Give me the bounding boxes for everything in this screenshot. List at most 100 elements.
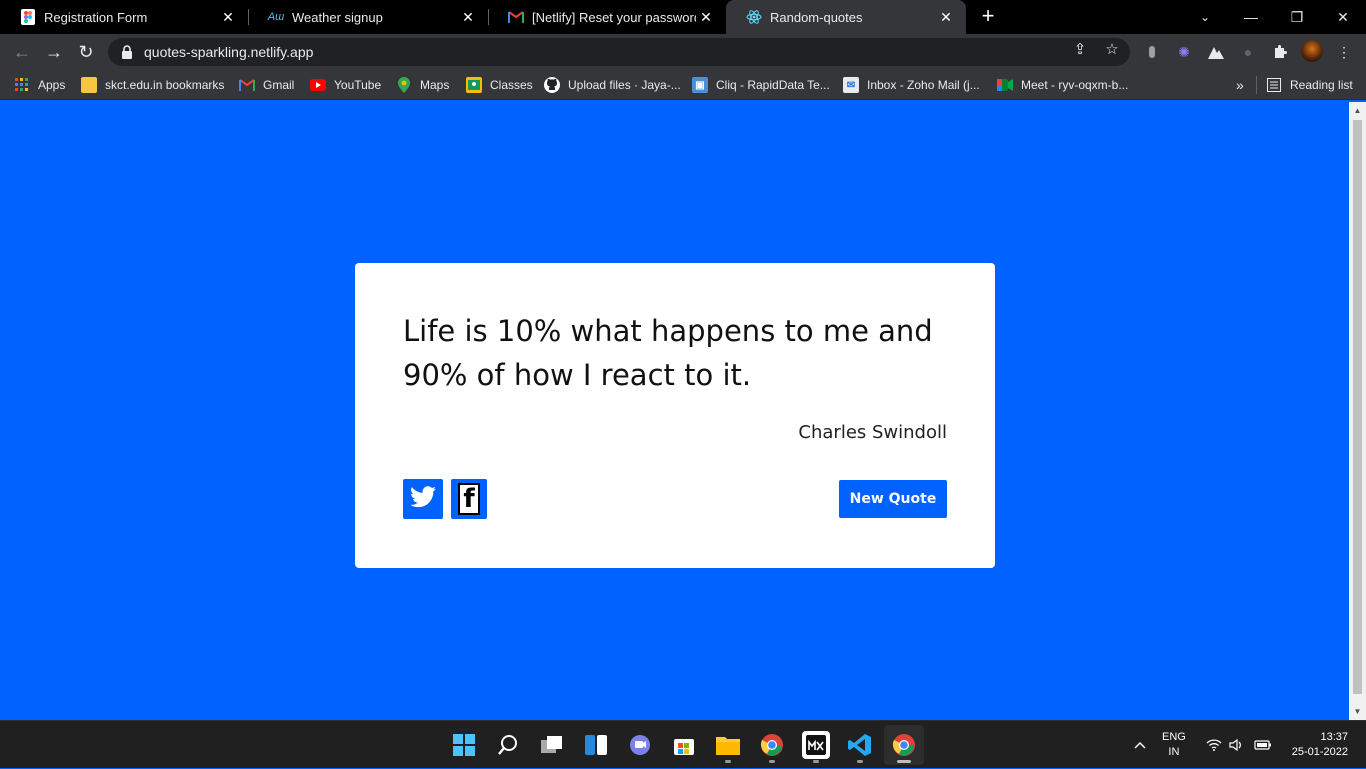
teams-chat-icon[interactable] bbox=[626, 731, 654, 759]
facebook-share-button[interactable]: f bbox=[451, 479, 487, 519]
menu-kebab-icon[interactable]: ⋮ bbox=[1335, 43, 1353, 61]
tweet-quote-button[interactable] bbox=[403, 479, 443, 519]
bookmark-label: Gmail bbox=[263, 78, 295, 92]
quote-card: Life is 10% what happens to me and 90% o… bbox=[355, 263, 995, 568]
mx-app-icon[interactable] bbox=[802, 731, 830, 759]
bookmark-apps[interactable]: Apps bbox=[14, 76, 65, 94]
bookmark-label: skct.edu.in bookmarks bbox=[105, 78, 225, 92]
bookmark-zoho-mail[interactable]: ✉ Inbox - Zoho Mail (j... bbox=[843, 76, 980, 94]
chrome-profile-icon[interactable] bbox=[884, 725, 924, 765]
bookmark-label: Classes bbox=[490, 78, 533, 92]
profile-avatar[interactable] bbox=[1301, 40, 1323, 62]
bookmark-skct[interactable]: skct.edu.in bookmarks bbox=[81, 76, 224, 94]
quote-author: Charles Swindoll bbox=[798, 422, 947, 443]
bookmark-meet[interactable]: Meet - ryv-oqxm-b... bbox=[997, 76, 1128, 94]
twitter-icon bbox=[410, 485, 436, 513]
minimize-icon[interactable]: — bbox=[1228, 0, 1274, 34]
extension-icon[interactable] bbox=[1143, 43, 1161, 61]
github-icon bbox=[544, 77, 560, 93]
bookmark-label: Inbox - Zoho Mail (j... bbox=[867, 78, 980, 92]
bookmark-classes[interactable]: Classes bbox=[466, 76, 533, 94]
scroll-up-icon[interactable]: ▲ bbox=[1353, 106, 1362, 115]
bookmark-label: Meet - ryv-oqxm-b... bbox=[1021, 78, 1129, 92]
window-close-icon[interactable]: ✕ bbox=[1320, 0, 1366, 34]
region-code: IN bbox=[1168, 746, 1180, 758]
running-indicator bbox=[857, 760, 863, 763]
show-hidden-icons-chevron[interactable] bbox=[1134, 721, 1146, 769]
running-indicator bbox=[769, 760, 775, 763]
back-icon[interactable]: ← bbox=[10, 40, 34, 64]
classroom-icon bbox=[466, 77, 482, 93]
search-icon[interactable] bbox=[494, 731, 522, 759]
close-tab-icon[interactable]: ✕ bbox=[218, 9, 238, 26]
adobe-xd-icon: Aɯ bbox=[267, 11, 285, 23]
bookmark-cliq[interactable]: ▣ Cliq - RapidData Te... bbox=[692, 76, 830, 94]
file-explorer-icon[interactable] bbox=[714, 731, 742, 759]
tab-random-quotes[interactable]: Random-quotes ✕ bbox=[726, 0, 966, 34]
bookmark-gmail[interactable]: Gmail bbox=[239, 76, 294, 94]
running-indicator bbox=[725, 760, 731, 763]
tab-title: Random-quotes bbox=[770, 9, 863, 25]
more-bookmarks-icon[interactable]: » bbox=[1236, 76, 1244, 94]
start-windows-icon[interactable] bbox=[450, 731, 478, 759]
widgets-icon[interactable] bbox=[582, 731, 610, 759]
maps-icon bbox=[396, 77, 412, 93]
browser-toolbar: ← → ↻ quotes-sparkling.netlify.app ⇪ ☆ ✺… bbox=[0, 34, 1366, 70]
lock-icon bbox=[120, 45, 134, 59]
figma-icon bbox=[20, 9, 36, 25]
extension-icon[interactable] bbox=[1207, 43, 1225, 61]
apps-grid-icon bbox=[14, 77, 30, 93]
input-language[interactable]: ENG IN bbox=[1162, 721, 1186, 769]
extensions-puzzle-icon[interactable] bbox=[1271, 43, 1289, 61]
new-quote-button[interactable]: New Quote bbox=[839, 480, 947, 518]
share-icon[interactable]: ⇪ bbox=[1071, 40, 1089, 58]
microsoft-store-icon[interactable] bbox=[670, 731, 698, 759]
tab-title: [Netlify] Reset your password - 1( bbox=[532, 9, 696, 25]
forward-icon[interactable]: → bbox=[42, 40, 66, 64]
react-icon bbox=[746, 9, 762, 25]
wifi-icon[interactable] bbox=[1206, 721, 1222, 769]
facebook-icon: f bbox=[458, 483, 480, 515]
extension-icon[interactable]: ✺ bbox=[1175, 43, 1193, 61]
zoho-mail-icon: ✉ bbox=[843, 77, 859, 93]
windows-taskbar: ENG IN 13:37 25-01-2022 bbox=[0, 720, 1366, 768]
tab-title: Registration Form bbox=[44, 9, 148, 25]
chrome-icon[interactable] bbox=[758, 731, 786, 759]
new-tab-icon[interactable]: + bbox=[976, 5, 1000, 29]
volume-icon[interactable] bbox=[1229, 721, 1245, 769]
vscode-icon[interactable] bbox=[846, 731, 874, 759]
clock-time: 13:37 bbox=[1320, 731, 1348, 743]
task-view-icon[interactable] bbox=[538, 731, 566, 759]
bookmarks-divider bbox=[1256, 76, 1257, 94]
restore-icon[interactable]: ❐ bbox=[1274, 0, 1320, 34]
bookmark-label: Upload files · Jaya-... bbox=[568, 78, 681, 92]
bookmark-youtube[interactable]: YouTube bbox=[310, 76, 381, 94]
extension-icon[interactable]: ● bbox=[1239, 43, 1257, 61]
close-tab-icon[interactable]: ✕ bbox=[696, 9, 716, 26]
tab-search-chevron-icon[interactable]: ⌄ bbox=[1182, 0, 1228, 34]
page-content: Life is 10% what happens to me and 90% o… bbox=[0, 102, 1349, 720]
tab-registration-form[interactable]: Registration Form ✕ bbox=[0, 0, 248, 34]
reload-icon[interactable]: ↻ bbox=[74, 40, 98, 64]
bookmark-label: Cliq - RapidData Te... bbox=[716, 78, 830, 92]
close-tab-icon[interactable]: ✕ bbox=[936, 9, 956, 26]
bookmark-maps[interactable]: Maps bbox=[396, 76, 449, 94]
tab-weather-signup[interactable]: Aɯ Weather signup ✕ bbox=[248, 0, 488, 34]
language-code: ENG bbox=[1162, 731, 1186, 743]
folder-icon bbox=[81, 77, 97, 93]
address-bar[interactable]: quotes-sparkling.netlify.app bbox=[108, 38, 1130, 66]
reading-list[interactable]: Reading list bbox=[1266, 76, 1353, 94]
bookmarks-bar: Apps skct.edu.in bookmarks Gmail YouTube… bbox=[0, 70, 1366, 100]
bookmark-github[interactable]: Upload files · Jaya-... bbox=[544, 76, 681, 94]
clock[interactable]: 13:37 25-01-2022 bbox=[1284, 721, 1348, 769]
quote-text: Life is 10% what happens to me and 90% o… bbox=[403, 314, 933, 392]
tab-strip: Registration Form ✕ Aɯ Weather signup ✕ … bbox=[0, 0, 1366, 34]
bookmark-star-icon[interactable]: ☆ bbox=[1103, 40, 1121, 58]
meet-icon bbox=[997, 77, 1013, 93]
scroll-down-icon[interactable]: ▼ bbox=[1353, 707, 1362, 716]
page-scrollbar[interactable]: ▲ ▼ bbox=[1349, 102, 1366, 720]
battery-icon[interactable] bbox=[1254, 721, 1272, 769]
scrollbar-thumb[interactable] bbox=[1353, 120, 1362, 694]
close-tab-icon[interactable]: ✕ bbox=[458, 9, 478, 26]
tab-netlify-reset[interactable]: [Netlify] Reset your password - 1( ✕ bbox=[488, 0, 726, 34]
